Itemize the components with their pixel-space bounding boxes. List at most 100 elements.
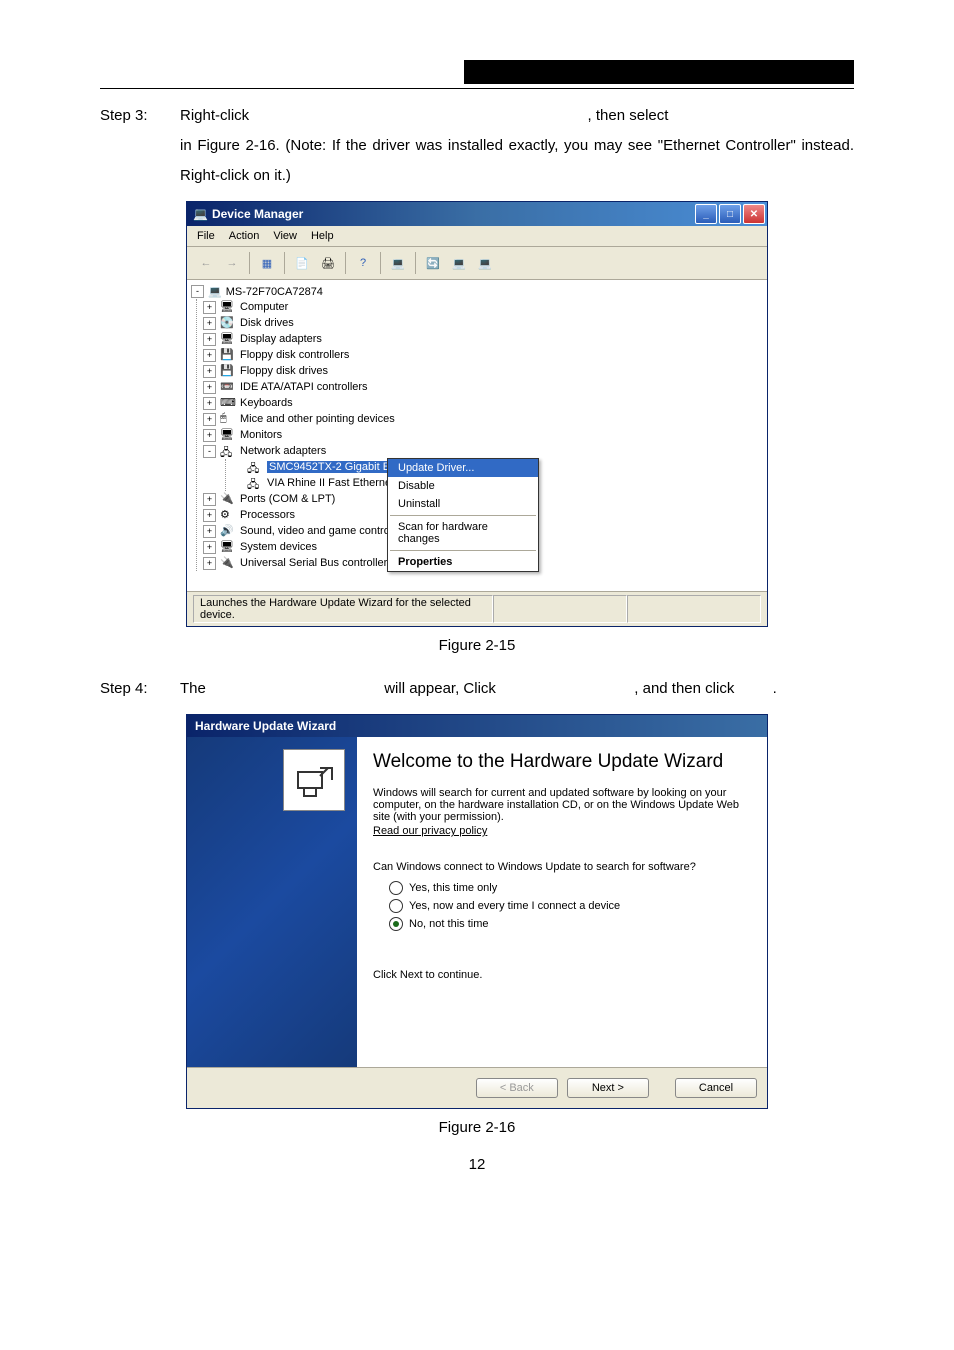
status-text: Launches the Hardware Update Wizard for … — [193, 595, 493, 623]
wiz-footer: < Back Next > Cancel — [187, 1067, 767, 1108]
nic-icon: 🖧 — [247, 460, 263, 474]
radio-unchecked-icon[interactable] — [389, 881, 403, 895]
step3-label: Step 3: — [100, 101, 180, 131]
ctx-uninstall[interactable]: Uninstall — [388, 495, 538, 513]
scan-icon[interactable]: 💻 — [386, 251, 410, 275]
ctx-update-driver[interactable]: Update Driver... — [388, 459, 538, 477]
expand-icon[interactable]: + — [203, 541, 216, 554]
expand-icon[interactable]: + — [203, 397, 216, 410]
menu-action[interactable]: Action — [229, 230, 260, 242]
ctx-separator — [390, 515, 536, 516]
node-usb[interactable]: Universal Serial Bus controllers — [240, 557, 393, 569]
menu-view[interactable]: View — [273, 230, 297, 242]
floppy-icon: 💾 — [220, 348, 236, 362]
ctx-scan[interactable]: Scan for hardware changes — [388, 518, 538, 548]
network-icon: 🖧 — [220, 444, 236, 458]
cpu-icon: ⚙ — [220, 508, 236, 522]
node-mice[interactable]: Mice and other pointing devices — [240, 413, 395, 425]
maximize-button[interactable]: □ — [719, 204, 741, 224]
close-button[interactable]: ✕ — [743, 204, 765, 224]
back-button: < Back — [476, 1078, 558, 1098]
node-ide[interactable]: IDE ATA/ATAPI controllers — [240, 381, 368, 393]
menu-help[interactable]: Help — [311, 230, 334, 242]
node-monitors[interactable]: Monitors — [240, 429, 282, 441]
step4-c: , and then click — [634, 680, 734, 697]
wiz-titlebar: Hardware Update Wizard — [187, 715, 767, 737]
node-processors[interactable]: Processors — [240, 509, 295, 521]
back-icon[interactable]: ← — [194, 251, 218, 275]
node-via[interactable]: VIA Rhine II Fast Ethernet A — [267, 477, 404, 489]
radio-unchecked-icon[interactable] — [389, 899, 403, 913]
collapse-icon[interactable]: - — [191, 285, 204, 298]
nic-icon: 🖧 — [247, 476, 263, 490]
computer-icon: 💻 — [193, 207, 208, 221]
expand-icon[interactable]: + — [203, 557, 216, 570]
help-icon[interactable]: ? — [351, 251, 375, 275]
wiz-privacy-link[interactable]: Read our privacy policy — [373, 825, 751, 837]
wiz-continue: Click Next to continue. — [373, 969, 751, 981]
node-computer[interactable]: Computer — [240, 301, 288, 313]
expand-icon[interactable]: + — [203, 509, 216, 522]
expand-icon[interactable]: + — [203, 413, 216, 426]
opt-no[interactable]: No, not this time — [409, 918, 488, 930]
expand-icon[interactable]: + — [203, 365, 216, 378]
expand-icon[interactable]: + — [203, 301, 216, 314]
uninstall-icon[interactable]: 💻 — [473, 251, 497, 275]
step3-line2: in Figure 2-16. (Note: If the driver was… — [180, 131, 854, 191]
expand-icon[interactable]: + — [203, 317, 216, 330]
dm-tree: -💻MS-72F70CA72874 +🖥Computer +💽Disk driv… — [187, 280, 767, 591]
dm-menubar: File Action View Help — [187, 226, 767, 247]
computer-icon: 🖥 — [220, 300, 236, 314]
properties-icon[interactable]: 📄 — [290, 251, 314, 275]
tree-icon[interactable]: ▦ — [255, 251, 279, 275]
forward-icon[interactable]: → — [220, 251, 244, 275]
opt-yes-always[interactable]: Yes, now and every time I connect a devi… — [409, 900, 620, 912]
node-display[interactable]: Display adapters — [240, 333, 322, 345]
hardware-update-wizard-window: Hardware Update Wizard Welcome to the Ha… — [186, 714, 768, 1109]
step4-text: Step 4: The will appear, Click , and the… — [100, 674, 854, 704]
next-button[interactable]: Next > — [567, 1078, 649, 1098]
collapse-icon[interactable]: - — [203, 445, 216, 458]
step4-d: . — [773, 680, 777, 697]
expand-icon[interactable]: + — [203, 381, 216, 394]
dm-titlebar: 💻 Device Manager _ □ ✕ — [187, 202, 767, 226]
print-icon[interactable]: 🖨 — [316, 251, 340, 275]
node-sound[interactable]: Sound, video and game controlle — [240, 525, 401, 537]
node-keyboards[interactable]: Keyboards — [240, 397, 293, 409]
dm-toolbar: ← → ▦ 📄 🖨 ? 💻 🔄 💻 💻 — [187, 247, 767, 280]
node-system[interactable]: System devices — [240, 541, 317, 553]
node-ports[interactable]: Ports (COM & LPT) — [240, 493, 335, 505]
node-floppyctrl[interactable]: Floppy disk controllers — [240, 349, 349, 361]
update-icon[interactable]: 🔄 — [421, 251, 445, 275]
menu-file[interactable]: File — [197, 230, 215, 242]
expand-icon[interactable]: + — [203, 493, 216, 506]
minimize-button[interactable]: _ — [695, 204, 717, 224]
ctx-separator — [390, 550, 536, 551]
node-floppydrv[interactable]: Floppy disk drives — [240, 365, 328, 377]
cancel-button[interactable]: Cancel — [675, 1078, 757, 1098]
expand-icon[interactable]: + — [203, 333, 216, 346]
figure-2-16-caption: Figure 2-16 — [100, 1119, 854, 1136]
ctx-properties[interactable]: Properties — [388, 553, 538, 571]
system-icon: 🖥 — [220, 540, 236, 554]
root-node[interactable]: MS-72F70CA72874 — [226, 286, 323, 298]
node-disk[interactable]: Disk drives — [240, 317, 294, 329]
node-network[interactable]: Network adapters — [240, 445, 326, 457]
expand-icon[interactable]: + — [203, 349, 216, 362]
ctx-disable[interactable]: Disable — [388, 477, 538, 495]
expand-icon[interactable]: + — [203, 525, 216, 538]
header-black-box — [464, 60, 854, 84]
wiz-heading: Welcome to the Hardware Update Wizard — [373, 751, 751, 773]
step4-a: The — [180, 680, 206, 697]
wiz-radio-group: Yes, this time only Yes, now and every t… — [389, 879, 751, 933]
opt-yes-once[interactable]: Yes, this time only — [409, 882, 497, 894]
disable-icon[interactable]: 💻 — [447, 251, 471, 275]
step4-label: Step 4: — [100, 674, 180, 704]
status-cell2 — [493, 595, 627, 623]
monitor-icon: 🖥 — [220, 428, 236, 442]
expand-icon[interactable]: + — [203, 429, 216, 442]
wiz-question: Can Windows connect to Windows Update to… — [373, 861, 751, 873]
keyboard-icon: ⌨ — [220, 396, 236, 410]
dm-title: Device Manager — [212, 207, 303, 221]
radio-checked-icon[interactable] — [389, 917, 403, 931]
